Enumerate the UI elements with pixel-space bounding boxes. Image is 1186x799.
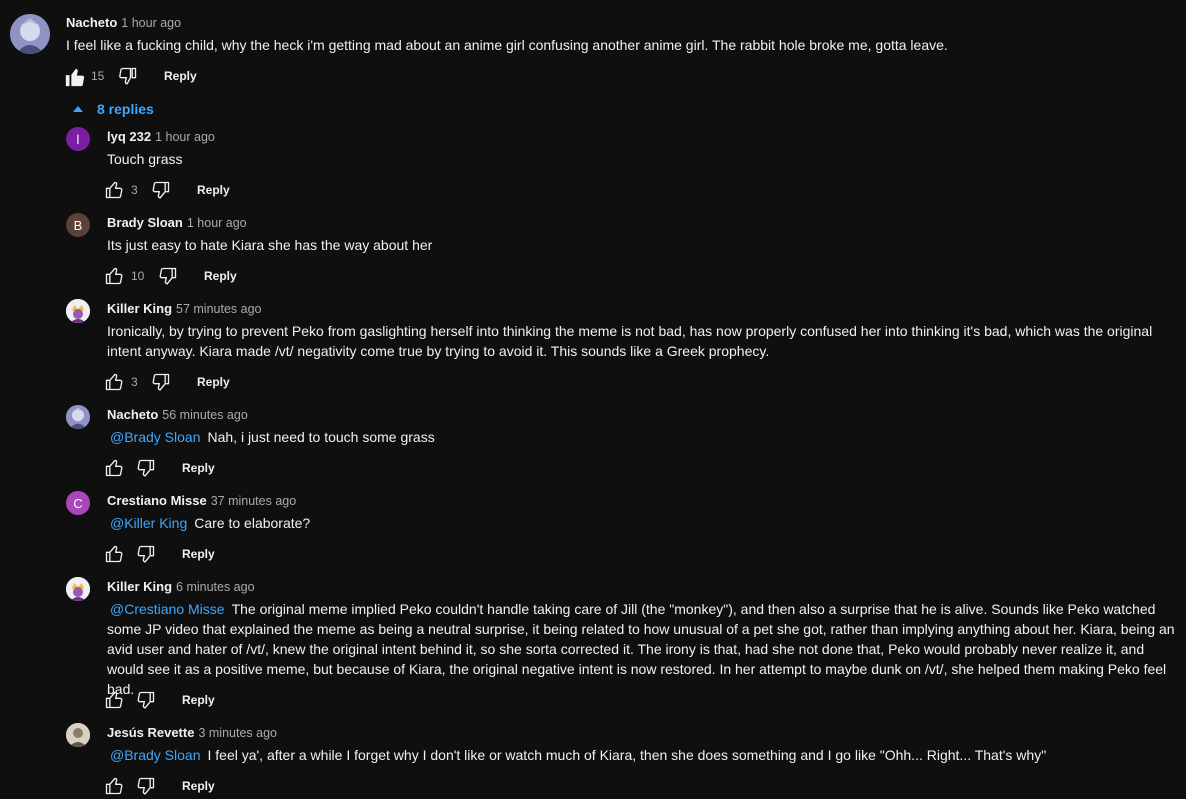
reply-header: Brady Sloan 1 hour ago [107, 214, 247, 232]
reply-body: Nah, i just need to touch some grass [207, 429, 435, 445]
thumb-up-icon[interactable] [104, 776, 124, 796]
reply-text: Touch grass [107, 149, 1177, 169]
author-name[interactable]: Nacheto [66, 15, 117, 30]
reply-header: Crestiano Misse 37 minutes ago [107, 492, 296, 510]
reply-button[interactable]: Reply [182, 693, 215, 707]
thumb-down-icon[interactable] [136, 458, 156, 478]
reply-button[interactable]: Reply [182, 547, 215, 561]
timestamp[interactable]: 1 hour ago [155, 130, 215, 144]
avatar[interactable]: l [66, 127, 90, 151]
author-name[interactable]: Killer King [107, 579, 172, 594]
replies-count: 8 replies [97, 101, 154, 117]
comment-header: Nacheto 1 hour ago [66, 14, 181, 32]
avatar-letter: B [73, 217, 83, 233]
avatar-letter: C [73, 495, 83, 511]
reply-header: Killer King 6 minutes ago [107, 578, 255, 596]
reply-body: I feel ya', after a while I forget why I… [207, 747, 1047, 763]
avatar-image [66, 405, 90, 429]
thumb-down-icon[interactable] [151, 372, 171, 392]
reply-button[interactable]: Reply [182, 461, 215, 475]
reply-text: @Brady Sloan Nah, i just need to touch so… [110, 427, 1177, 447]
thumb-up-icon[interactable] [104, 690, 124, 710]
thumb-up-icon[interactable] [64, 66, 86, 88]
avatar-image [66, 723, 90, 747]
reply-button[interactable]: Reply [197, 183, 230, 197]
thumb-down-icon[interactable] [136, 690, 156, 710]
reply-header: Jesús Revette 3 minutes ago [107, 724, 277, 742]
reply-body: Ironically, by trying to prevent Peko fr… [107, 323, 1153, 359]
thumb-down-icon[interactable] [151, 180, 171, 200]
reply-header: Nacheto 56 minutes ago [107, 406, 248, 424]
mention-link[interactable]: @Brady Sloan [110, 429, 200, 445]
mention-link[interactable]: @Brady Sloan [110, 747, 200, 763]
reply-body: Touch grass [107, 151, 183, 167]
mention-link[interactable]: @Crestiano Misse [110, 601, 225, 617]
avatar[interactable]: C [66, 491, 90, 515]
reply-header: Killer King 57 minutes ago [107, 300, 262, 318]
like-count: 15 [91, 69, 105, 83]
timestamp[interactable]: 1 hour ago [187, 216, 247, 230]
timestamp[interactable]: 57 minutes ago [176, 302, 261, 316]
thumb-down-icon[interactable] [136, 776, 156, 796]
reply-text: @Brady Sloan I feel ya', after a while I … [110, 745, 1177, 765]
avatar[interactable] [66, 405, 90, 429]
author-name[interactable]: Brady Sloan [107, 215, 183, 230]
reply-text: Its just easy to hate Kiara she has the … [107, 235, 1177, 255]
reply-body: The original meme implied Peko couldn't … [107, 601, 1175, 697]
avatar[interactable] [66, 723, 90, 747]
thumb-down-icon[interactable] [136, 544, 156, 564]
reply-text: Ironically, by trying to prevent Peko fr… [107, 321, 1177, 361]
avatar[interactable]: B [66, 213, 90, 237]
thumb-up-icon[interactable] [104, 372, 124, 392]
timestamp[interactable]: 37 minutes ago [211, 494, 296, 508]
author-name[interactable]: Killer King [107, 301, 172, 316]
reply-text: @Crestiano Misse The original meme implie… [107, 599, 1183, 699]
reply-body: Its just easy to hate Kiara she has the … [107, 237, 433, 253]
thumb-up-icon[interactable] [104, 266, 124, 286]
avatar[interactable] [66, 299, 90, 323]
avatar-image [10, 14, 50, 54]
avatar[interactable] [10, 14, 50, 54]
avatar-image [66, 299, 90, 323]
caret-up-icon [73, 106, 83, 112]
reply-body: Care to elaborate? [194, 515, 311, 531]
timestamp[interactable]: 3 minutes ago [198, 726, 277, 740]
timestamp[interactable]: 6 minutes ago [176, 580, 255, 594]
reply-button[interactable]: Reply [182, 779, 215, 793]
like-count: 10 [131, 269, 145, 283]
thumb-down-icon[interactable] [118, 66, 138, 86]
like-count: 3 [131, 183, 138, 197]
timestamp[interactable]: 56 minutes ago [162, 408, 247, 422]
avatar[interactable] [66, 577, 90, 601]
author-name[interactable]: lyq 232 [107, 129, 151, 144]
mention-link[interactable]: @Killer King [110, 515, 187, 531]
avatar-letter: l [76, 131, 80, 147]
like-count: 3 [131, 375, 138, 389]
timestamp[interactable]: 1 hour ago [121, 16, 181, 30]
thumb-up-icon[interactable] [104, 544, 124, 564]
thumb-down-icon[interactable] [158, 266, 178, 286]
reply-header: lyq 232 1 hour ago [107, 128, 215, 146]
author-name[interactable]: Nacheto [107, 407, 158, 422]
author-name[interactable]: Crestiano Misse [107, 493, 207, 508]
reply-text: @Killer King Care to elaborate? [110, 513, 1177, 533]
avatar-image [66, 577, 90, 601]
reply-button[interactable]: Reply [164, 69, 197, 83]
author-name[interactable]: Jesús Revette [107, 725, 194, 740]
comment-text: I feel like a fucking child, why the hec… [66, 37, 948, 53]
reply-button[interactable]: Reply [204, 269, 237, 283]
replies-toggle[interactable]: 8 replies [72, 100, 154, 118]
thumb-up-icon[interactable] [104, 180, 124, 200]
thumb-up-icon[interactable] [104, 458, 124, 478]
reply-button[interactable]: Reply [197, 375, 230, 389]
